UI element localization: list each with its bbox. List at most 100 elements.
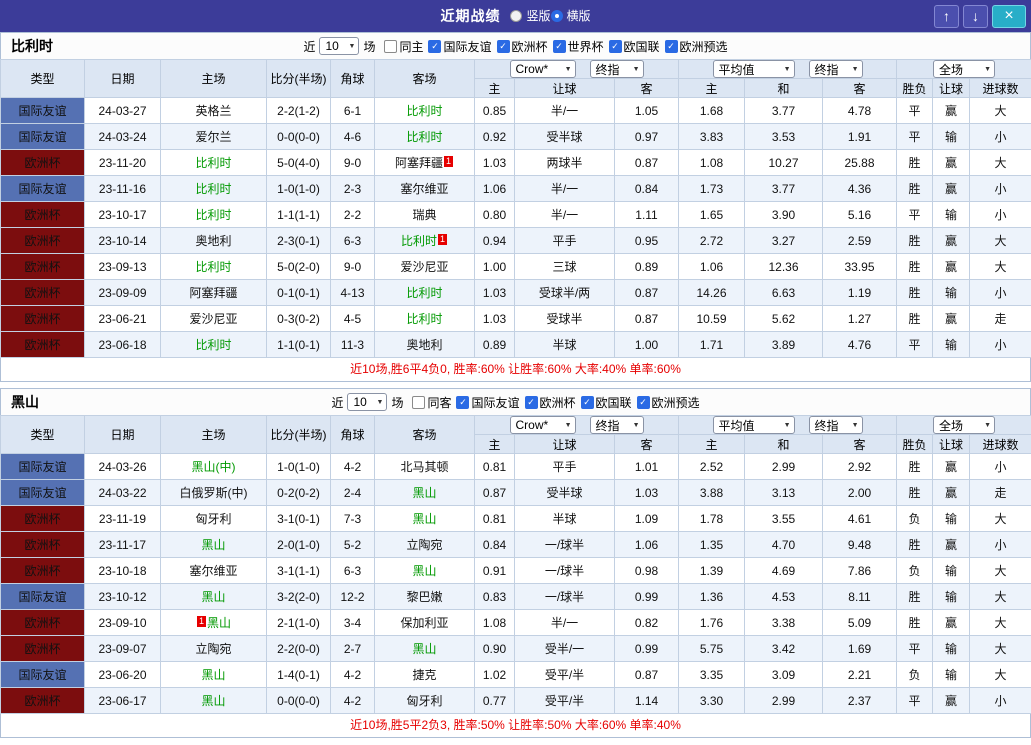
avg-away-cell: 7.86 — [821, 557, 898, 584]
away-odds-cell: 0.99 — [614, 635, 679, 662]
filter-checkbox-4[interactable]: ✓ 欧洲预选 — [636, 394, 700, 411]
handicap-cell: 受半/一 — [514, 635, 615, 662]
avg-away-cell: 4.61 — [821, 505, 898, 532]
avg-away-cell: 25.88 — [821, 149, 898, 176]
competition-type-cell: 欧洲杯 — [0, 149, 85, 176]
corner-cell: 9-0 — [330, 149, 375, 176]
layout-radio-1[interactable]: 横版 — [550, 7, 591, 24]
score-cell: 5-0(4-0) — [266, 149, 331, 176]
competition-type-cell: 欧洲杯 — [0, 609, 85, 636]
filter-checkbox-1[interactable]: ✓ 国际友谊 — [456, 394, 520, 411]
competition-type-cell: 国际友谊 — [0, 479, 85, 506]
checkbox-label: 国际友谊 — [471, 395, 520, 410]
col-header-goals: 进球数 — [969, 78, 1031, 98]
match-count-select[interactable]: 10 ▼ — [347, 393, 388, 411]
home-odds-cell: 0.84 — [474, 531, 515, 558]
team-label: 比利时 — [195, 156, 232, 170]
move-down-button[interactable]: ↓ — [963, 4, 988, 28]
team-section: 黑山 近 10 ▼ 场 同客 ✓ 国际友谊 ✓ 欧洲杯 ✓ 欧国联 ✓ 欧洲预选 类型 日期 主场 — [0, 388, 1031, 738]
checkbox-label: 同主 — [399, 39, 424, 54]
match-count-select[interactable]: 10 ▼ — [319, 37, 360, 55]
handicap-result-cell: 输 — [932, 557, 971, 584]
score-cell: 3-2(2-0) — [266, 583, 331, 610]
handicap-result-cell: 赢 — [932, 453, 971, 480]
close-button[interactable]: × — [992, 4, 1026, 28]
checkbox-label: 同客 — [427, 395, 452, 410]
match-row: 欧洲杯 23-06-18 比利时 1-1(0-1) 11-3 奥地利 0.89 半球 1.00 1… — [0, 331, 1031, 358]
away-team-cell: 黑山 — [374, 505, 475, 532]
home-team-cell: 比利时 — [160, 149, 267, 176]
odds-final-select[interactable]: 终指 ▼ — [589, 60, 644, 78]
corner-cell: 3-4 — [330, 609, 375, 636]
home-odds-cell: 1.00 — [474, 253, 515, 280]
results-table: 类型 日期 主场 比分(半场) 角球 客场 Crow* ▼ 终指 ▼ 平均值 ▼… — [0, 59, 1031, 358]
match-row: 欧洲杯 23-10-18 塞尔维亚 3-1(1-1) 6-3 黑山 0.91 一/球半 0.98… — [0, 557, 1031, 584]
team-label: 黑山 — [201, 668, 226, 682]
filter-checkbox-5[interactable]: ✓ 欧洲预选 — [664, 38, 728, 55]
filter-checkbox-2[interactable]: ✓ 欧洲杯 — [496, 38, 548, 55]
home-team-cell: 阿塞拜疆 — [160, 279, 267, 306]
away-team-cell: 塞尔维亚 — [374, 175, 475, 202]
bookmaker-select[interactable]: Crow* ▼ — [509, 60, 576, 78]
match-row: 欧洲杯 23-09-13 比利时 5-0(2-0) 9-0 爱沙尼亚 1.00 三球 0.89 1… — [0, 253, 1031, 280]
team-label: 立陶宛 — [195, 642, 232, 656]
team-label: 奥地利 — [195, 234, 232, 248]
match-rows: 国际友谊 24-03-27 英格兰 2-2(1-2) 6-1 比利时 0.85 半/一 1.05… — [0, 97, 1031, 358]
checkbox-label: 欧洲预选 — [679, 39, 728, 54]
layout-radio-0[interactable]: 竖版 — [510, 7, 551, 24]
col-header-winlose: 胜负 — [896, 434, 934, 454]
away-odds-cell: 0.87 — [614, 149, 679, 176]
match-date-cell: 24-03-26 — [84, 453, 161, 480]
fullmatch-select[interactable]: 全场 ▼ — [933, 416, 996, 434]
home-odds-cell: 0.94 — [474, 227, 515, 254]
away-team-cell: 比利时 — [374, 97, 475, 124]
away-odds-cell: 0.87 — [614, 661, 679, 688]
handicap-cell: 半/一 — [514, 609, 615, 636]
team-label: 黑山 — [207, 616, 232, 630]
match-row: 欧洲杯 23-11-19 匈牙利 3-1(0-1) 7-3 黑山 0.81 半球 1.09 1.7… — [0, 505, 1031, 532]
match-row: 欧洲杯 23-09-07 立陶宛 2-2(0-0) 2-7 黑山 0.90 受半/一 0.99 5… — [0, 635, 1031, 662]
filter-checkbox-3[interactable]: ✓ 欧国联 — [580, 394, 632, 411]
move-up-button[interactable]: ↑ — [934, 4, 959, 28]
home-team-cell: 立陶宛 — [160, 635, 267, 662]
filter-checkbox-1[interactable]: ✓ 国际友谊 — [428, 38, 492, 55]
average-select[interactable]: 平均值 ▼ — [712, 60, 795, 78]
filter-checkbox-0[interactable]: 同主 — [384, 38, 423, 55]
average-select[interactable]: 平均值 ▼ — [712, 416, 795, 434]
checkbox-checked-icon: ✓ — [456, 395, 470, 409]
avg-draw-cell: 4.70 — [744, 531, 823, 558]
home-team-cell: 黑山 — [160, 583, 267, 610]
match-row: 国际友谊 23-06-20 黑山 1-4(0-1) 4-2 捷克 1.02 受平/半 0.87 3… — [0, 661, 1031, 688]
team-label: 黎巴嫩 — [406, 590, 443, 604]
corner-cell: 4-5 — [330, 305, 375, 332]
fullmatch-select[interactable]: 全场 ▼ — [933, 60, 996, 78]
winlose-result-cell: 胜 — [896, 175, 934, 202]
filter-checkbox-4[interactable]: ✓ 欧国联 — [608, 38, 660, 55]
match-row: 欧洲杯 23-10-14 奥地利 2-3(0-1) 6-3 比利时 1 0.94 平手 0.95 2… — [0, 227, 1031, 254]
team-label: 塞尔维亚 — [400, 182, 449, 196]
home-odds-cell: 1.03 — [474, 149, 515, 176]
avg-home-cell: 1.65 — [678, 201, 745, 228]
match-row: 欧洲杯 23-06-17 黑山 0-0(0-0) 4-2 匈牙利 0.77 受平/半 1.14 3… — [0, 687, 1031, 714]
average-final-select[interactable]: 终指 ▼ — [808, 60, 863, 78]
corner-cell: 11-3 — [330, 331, 375, 358]
avg-home-cell: 1.78 — [678, 505, 745, 532]
col-header-date: 日期 — [84, 59, 161, 98]
competition-type-cell: 欧洲杯 — [0, 557, 85, 584]
winlose-result-cell: 胜 — [896, 149, 934, 176]
match-date-cell: 23-11-19 — [84, 505, 161, 532]
dropdown-arrow-icon: ▼ — [984, 421, 992, 429]
avg-home-cell: 3.88 — [678, 479, 745, 506]
filter-checkbox-0[interactable]: 同客 — [412, 394, 451, 411]
filter-checkbox-2[interactable]: ✓ 欧洲杯 — [524, 394, 576, 411]
filter-near-label: 近 — [303, 39, 316, 54]
winlose-result-cell: 胜 — [896, 279, 934, 306]
home-team-cell: 爱沙尼亚 — [160, 305, 267, 332]
checkbox-label: 欧洲杯 — [511, 39, 548, 54]
odds-final-select[interactable]: 终指 ▼ — [589, 416, 644, 434]
bookmaker-select[interactable]: Crow* ▼ — [509, 416, 576, 434]
col-header-odds-home: 主 — [474, 434, 515, 454]
checkbox-checked-icon: ✓ — [580, 395, 594, 409]
average-final-select[interactable]: 终指 ▼ — [808, 416, 863, 434]
filter-checkbox-3[interactable]: ✓ 世界杯 — [552, 38, 604, 55]
